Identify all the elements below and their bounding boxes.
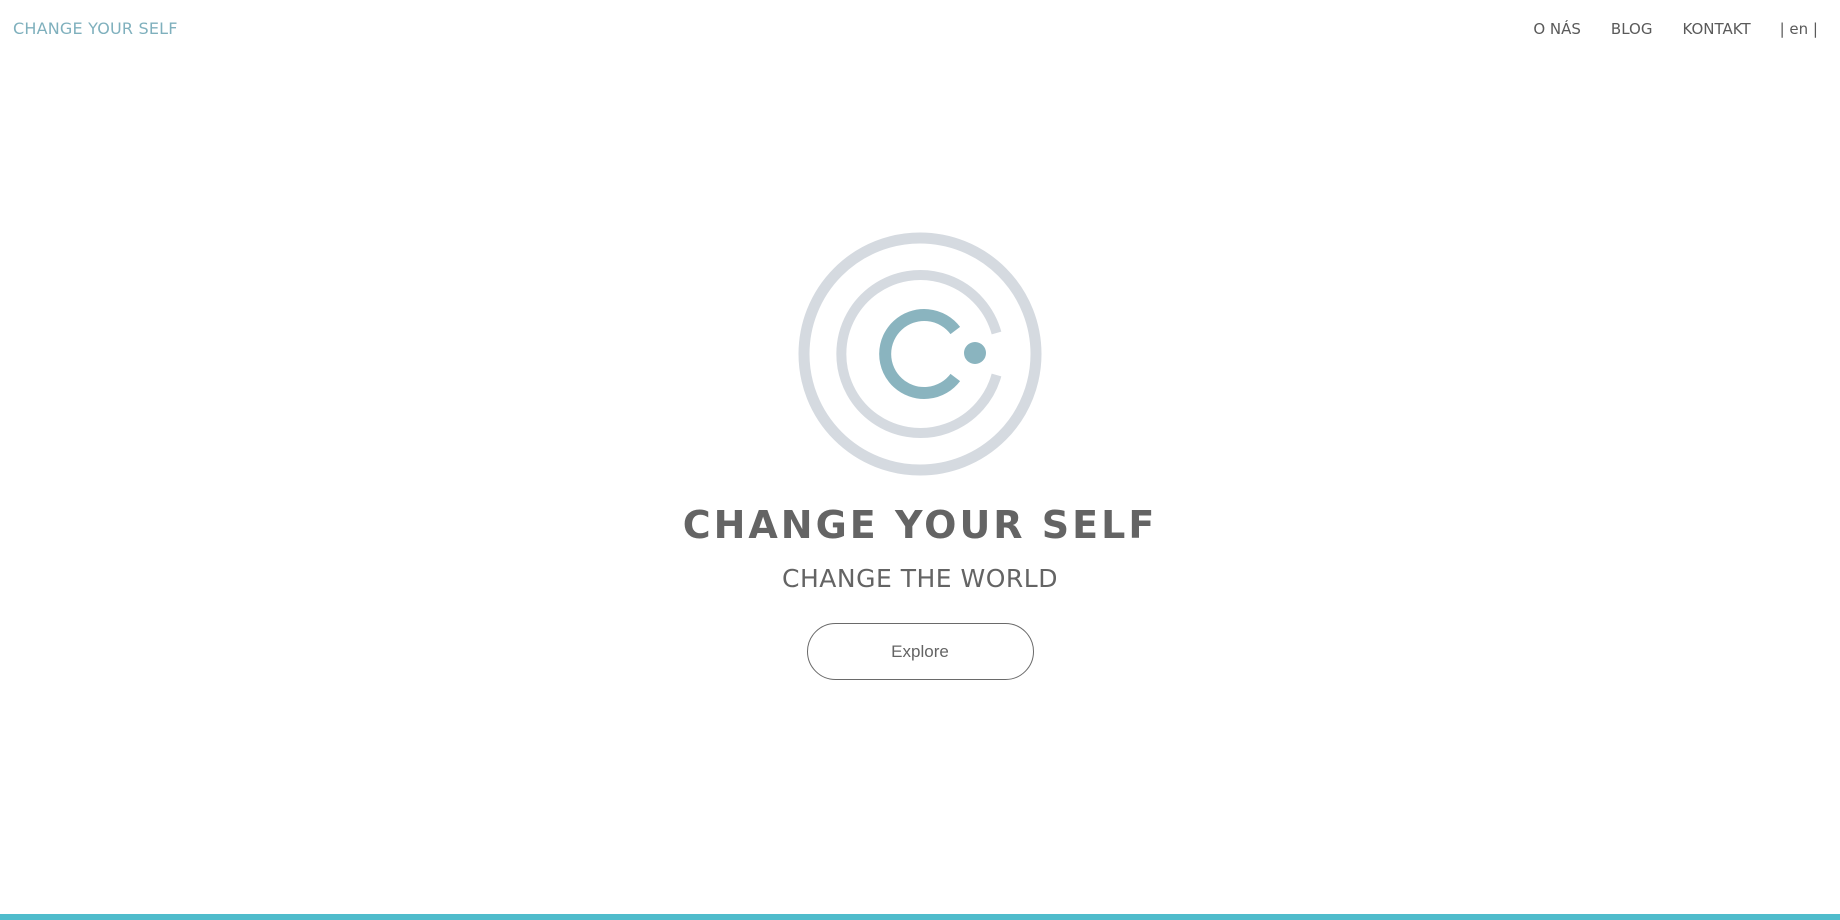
- bottom-accent-bar: [0, 914, 1840, 920]
- logo-inner-c: [879, 309, 961, 399]
- page: CHANGE YOUR SELF O NÁS BLOG KONTAKT | en…: [0, 0, 1840, 920]
- nav-item-blog[interactable]: BLOG: [1611, 20, 1653, 38]
- hero-title: CHANGE YOUR SELF: [682, 503, 1158, 547]
- brand-link[interactable]: CHANGE YOUR SELF: [13, 19, 178, 38]
- explore-button[interactable]: Explore: [806, 623, 1034, 680]
- nav-item-o-nas[interactable]: O NÁS: [1533, 20, 1581, 38]
- site-header: CHANGE YOUR SELF O NÁS BLOG KONTAKT | en…: [0, 0, 1840, 60]
- main-nav: O NÁS BLOG KONTAKT | en |: [1503, 20, 1818, 38]
- hero-subtitle: CHANGE THE WORLD: [782, 564, 1058, 593]
- logo-dot: [964, 342, 986, 364]
- concentric-circles-c-logo-icon: [798, 232, 1042, 476]
- hero-section: CHANGE YOUR SELF CHANGE THE WORLD Explor…: [0, 230, 1840, 680]
- nav-item-kontakt[interactable]: KONTAKT: [1682, 20, 1750, 38]
- language-switcher[interactable]: | en |: [1780, 20, 1818, 38]
